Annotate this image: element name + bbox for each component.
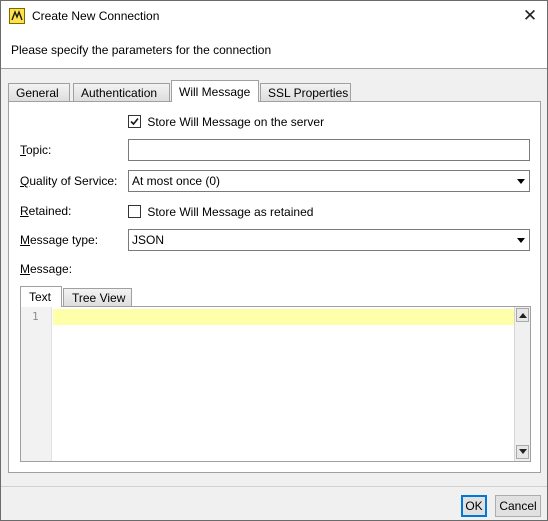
message-label: Message:	[20, 262, 73, 276]
tab-ssl-properties[interactable]: SSL Properties	[260, 83, 351, 102]
qos-select[interactable]: At most once (0)	[128, 170, 530, 192]
tab-text[interactable]: Text	[20, 286, 62, 307]
message-type-value: JSON	[132, 233, 165, 247]
message-label-rest: essage:	[30, 262, 73, 276]
message-type-select[interactable]: JSON	[128, 229, 530, 251]
scroll-up-button[interactable]	[516, 308, 529, 322]
chevron-down-icon	[517, 179, 525, 184]
store-on-server-option[interactable]: Store Will Message on the server	[128, 114, 324, 129]
scroll-up-icon	[519, 313, 527, 318]
scroll-down-icon	[519, 449, 527, 454]
tab-general[interactable]: General	[8, 83, 70, 102]
chevron-down-icon	[517, 238, 525, 243]
window-title: Create New Connection	[32, 9, 160, 23]
dialog-window: Create New Connection ✕ Please specify t…	[0, 0, 548, 521]
message-type-label-rest: essage type:	[30, 233, 99, 247]
footer-separator	[1, 486, 547, 487]
retained-checkbox-label: Store Will Message as retained	[147, 204, 314, 219]
tab-will-message[interactable]: Will Message	[171, 80, 259, 102]
qos-label: Quality of Service:	[20, 174, 118, 188]
header-description: Please specify the parameters for the co…	[11, 43, 272, 57]
cancel-button[interactable]: Cancel	[495, 495, 541, 517]
title-bar[interactable]: Create New Connection ✕	[1, 1, 547, 31]
scroll-down-button[interactable]	[516, 445, 529, 459]
topic-label-rest: opic:	[26, 143, 52, 157]
tab-authentication[interactable]: Authentication	[73, 83, 170, 102]
store-on-server-checkbox[interactable]	[128, 115, 141, 129]
dialog-header: Please specify the parameters for the co…	[1, 31, 547, 69]
topic-label: Topic:	[20, 143, 52, 157]
line-number-gutter: 1	[21, 307, 52, 461]
vertical-scrollbar[interactable]	[514, 307, 530, 461]
retained-checkbox[interactable]	[128, 205, 141, 219]
close-icon[interactable]: ✕	[513, 1, 547, 31]
line-number: 1	[32, 310, 39, 323]
ok-button[interactable]: OK	[461, 495, 487, 517]
message-editor[interactable]: 1	[20, 306, 531, 462]
current-line-highlight	[53, 309, 514, 325]
message-type-label: Message type:	[20, 233, 99, 247]
qos-label-rest: uality of Service:	[29, 174, 118, 188]
topic-input[interactable]	[128, 139, 530, 161]
retained-label: Retained:	[20, 204, 72, 218]
store-on-server-label: Store Will Message on the server	[147, 114, 325, 129]
app-icon	[9, 8, 25, 24]
retained-option[interactable]: Store Will Message as retained	[128, 204, 313, 219]
qos-value: At most once (0)	[132, 174, 221, 188]
tab-tree-view[interactable]: Tree View	[63, 288, 132, 307]
retained-label-rest: etained:	[28, 204, 72, 218]
